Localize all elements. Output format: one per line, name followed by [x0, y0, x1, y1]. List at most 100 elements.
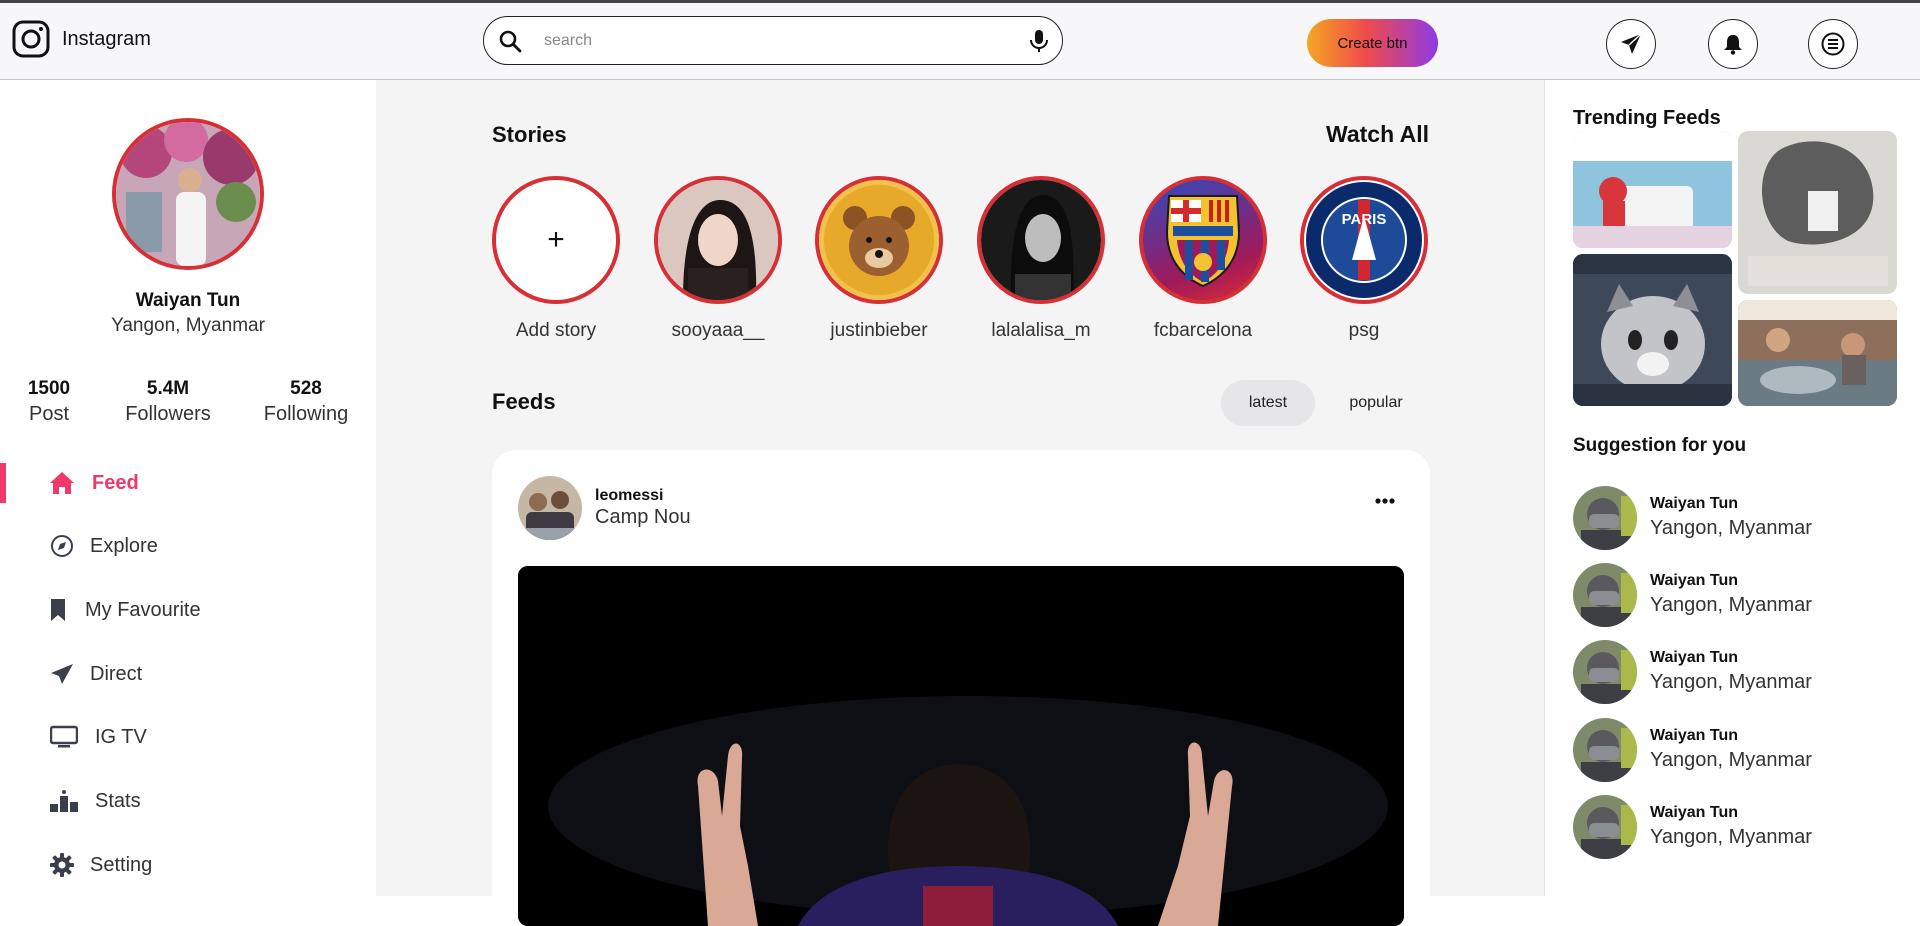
microphone-icon[interactable] — [1028, 29, 1050, 53]
stat-followers[interactable]: 5.4M Followers — [108, 378, 228, 426]
add-story-button[interactable]: + — [492, 176, 620, 304]
story-name: fcbarcelona — [1153, 320, 1253, 341]
story-name: lalalalisa_m — [991, 320, 1091, 341]
create-button[interactable]: Create btn — [1307, 19, 1438, 67]
top-bar: Instagram Create btn — [0, 0, 1920, 80]
suggestion-item[interactable]: Waiyan Tun Yangon, Myanmar — [1573, 795, 1913, 859]
search-input[interactable] — [544, 29, 984, 53]
story-add[interactable]: + Add story — [492, 176, 622, 342]
sidebar-item-my-favourite[interactable]: My Favourite — [0, 590, 376, 630]
story-name: psg — [1348, 320, 1380, 341]
stats-icon — [50, 787, 78, 815]
story-item[interactable]: justinbieber — [815, 176, 945, 342]
watch-all-link[interactable]: Watch All — [1326, 121, 1429, 148]
suggestion-name: Waiyan Tun — [1650, 804, 1738, 821]
stat-following[interactable]: 528 Following — [246, 378, 366, 426]
sidebar-item-label: My Favourite — [85, 598, 201, 621]
bookmark-icon — [44, 596, 72, 624]
story-name: sooyaaa__ — [671, 320, 765, 341]
story-avatar[interactable]: PARIS — [1300, 176, 1428, 304]
profile-name: Waiyan Tun — [135, 290, 241, 311]
story-item[interactable]: lalalalisa_m — [977, 176, 1107, 342]
story-item[interactable]: PARIS psg — [1300, 176, 1430, 342]
sidebar-item-stats[interactable]: Stats — [0, 781, 376, 821]
sidebar-item-ig-tv[interactable]: IG TV — [0, 717, 376, 757]
suggestion-item[interactable]: Waiyan Tun Yangon, Myanmar — [1573, 640, 1913, 704]
suggestion-location: Yangon, Myanmar — [1650, 594, 1812, 616]
sidebar-item-feed[interactable]: Feed — [0, 463, 376, 503]
tv-icon — [50, 723, 78, 751]
post-author-avatar[interactable] — [518, 476, 582, 540]
sidebar-item-label: IG TV — [95, 725, 147, 748]
profile-photo — [116, 122, 260, 266]
trending-tile[interactable] — [1738, 131, 1897, 294]
post-location: Camp Nou — [595, 506, 691, 528]
sidebar-item-setting[interactable]: Setting — [0, 845, 376, 885]
suggestion-name: Waiyan Tun — [1650, 649, 1738, 666]
story-item[interactable]: fcbarcelona — [1139, 176, 1269, 342]
sidebar-item-label: Direct — [90, 662, 143, 685]
suggestion-name: Waiyan Tun — [1650, 727, 1738, 744]
trending-tile[interactable] — [1738, 300, 1897, 406]
suggestion-avatar[interactable] — [1573, 563, 1637, 627]
post-image[interactable] — [518, 566, 1404, 926]
tab-popular[interactable]: popular — [1326, 380, 1426, 426]
active-indicator — [0, 463, 6, 503]
menu-button[interactable] — [1808, 19, 1858, 69]
sidebar-item-label: Stats — [95, 789, 141, 812]
stat-value: 5.4M — [146, 378, 190, 399]
sidebar-item-direct[interactable]: Direct — [0, 654, 376, 694]
search-bar — [483, 16, 1063, 65]
suggestion-location: Yangon, Myanmar — [1650, 517, 1812, 539]
suggestion-avatar[interactable] — [1573, 718, 1637, 782]
post-username[interactable]: leomessi — [595, 487, 663, 505]
suggestion-item[interactable]: Waiyan Tun Yangon, Myanmar — [1573, 486, 1913, 550]
instagram-logo-icon[interactable] — [12, 20, 50, 58]
stat-posts[interactable]: 1500 Post — [0, 378, 109, 426]
notifications-button[interactable] — [1708, 19, 1758, 69]
profile-location: Yangon, Myanmar — [111, 315, 265, 336]
right-sidebar: Trending Feeds Suggestion for you Waiyan… — [1544, 80, 1920, 896]
trending-tile[interactable] — [1573, 254, 1732, 406]
suggestion-name: Waiyan Tun — [1650, 572, 1738, 589]
trending-feeds-title: Trending Feeds — [1573, 107, 1721, 129]
direct-message-button[interactable] — [1606, 19, 1656, 69]
psg-crest-icon: PARIS — [1306, 182, 1422, 298]
brand-name[interactable]: Instagram — [62, 28, 151, 51]
fcb-crest-icon — [1165, 195, 1241, 288]
stat-label: Following — [263, 403, 349, 425]
search-icon[interactable] — [498, 29, 522, 53]
feed-post: leomessi Camp Nou — [492, 450, 1430, 926]
trending-tile[interactable] — [1573, 131, 1732, 248]
sidebar-item-label: Setting — [90, 853, 153, 876]
menu-icon — [1821, 32, 1845, 56]
profile-avatar[interactable] — [112, 118, 264, 270]
stat-value: 528 — [290, 378, 322, 399]
send-icon — [48, 660, 76, 688]
more-options-icon[interactable] — [1370, 496, 1400, 506]
story-avatar[interactable] — [1139, 176, 1267, 304]
feeds-title: Feeds — [492, 389, 556, 414]
story-avatar[interactable] — [654, 176, 782, 304]
story-name: justinbieber — [830, 320, 928, 341]
story-avatar[interactable] — [977, 176, 1105, 304]
suggestion-location: Yangon, Myanmar — [1650, 671, 1812, 693]
suggestion-item[interactable]: Waiyan Tun Yangon, Myanmar — [1573, 718, 1913, 782]
story-avatar[interactable] — [815, 176, 943, 304]
send-icon — [1621, 33, 1642, 54]
suggestion-avatar[interactable] — [1573, 795, 1637, 859]
suggestion-avatar[interactable] — [1573, 486, 1637, 550]
bell-icon — [1724, 35, 1742, 55]
suggestions-title: Suggestion for you — [1573, 435, 1747, 456]
stories-title: Stories — [492, 122, 567, 147]
suggestion-location: Yangon, Myanmar — [1650, 826, 1812, 848]
stat-label: Post — [28, 403, 70, 425]
suggestion-location: Yangon, Myanmar — [1650, 749, 1812, 771]
suggestion-item[interactable]: Waiyan Tun Yangon, Myanmar — [1573, 563, 1913, 627]
sidebar-item-label: Explore — [90, 534, 158, 557]
tab-latest[interactable]: latest — [1221, 380, 1315, 426]
suggestion-name: Waiyan Tun — [1650, 495, 1738, 512]
story-item[interactable]: sooyaaa__ — [654, 176, 784, 342]
suggestion-avatar[interactable] — [1573, 640, 1637, 704]
sidebar-item-explore[interactable]: Explore — [0, 526, 376, 566]
